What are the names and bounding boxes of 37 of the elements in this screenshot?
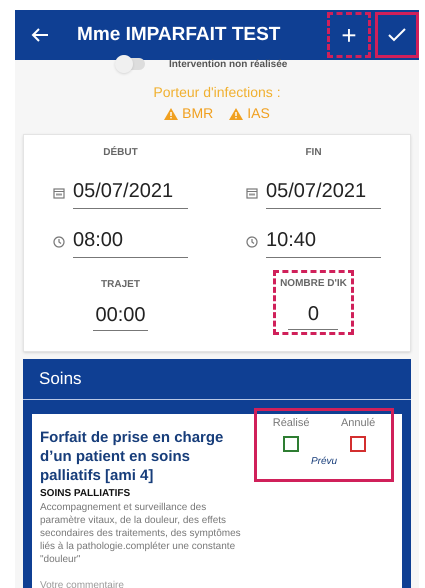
field-label: DÉBUT xyxy=(103,145,138,160)
toggle-switch[interactable] xyxy=(115,58,145,70)
input-field[interactable]: 00:00 xyxy=(93,300,148,331)
infection-tag: BMR xyxy=(164,103,214,124)
care-description: Accompagnement et surveillance des paramètre vitaux, de la douleur, des effets secondaires des traitements, des symptômes liés à la pathologie.compléter une constante "douleur" xyxy=(40,501,242,566)
field-label: TRAJET xyxy=(101,278,140,292)
input-field[interactable]: 10:40 xyxy=(266,225,381,258)
care-category: SOINS PALLIATIFS xyxy=(40,487,132,501)
input-field[interactable]: 05/07/2021 xyxy=(73,176,188,209)
cancel-checkbox[interactable] xyxy=(350,436,366,452)
toggle-label: Intervention non réalisée xyxy=(169,58,288,72)
input-field[interactable]: 05/07/2021 xyxy=(266,176,381,209)
check-icon xyxy=(388,28,406,42)
clock-icon xyxy=(246,236,258,248)
field-label: FIN xyxy=(305,146,322,160)
care-title: Forfait de prise en charge d’un patient en soins palliatifs [ami 4] xyxy=(40,428,224,485)
clock-icon xyxy=(53,236,65,248)
done-label: Réalisé xyxy=(272,416,310,431)
window-title: Mme IMPARFAIT TEST xyxy=(77,22,282,47)
infection-tag: IAS xyxy=(229,103,270,124)
comment-field[interactable]: Votre commentaire xyxy=(40,576,394,588)
done-checkbox[interactable] xyxy=(283,436,300,452)
warning-icon xyxy=(229,108,244,120)
cancel-label: Annulé xyxy=(340,416,376,431)
calendar-icon xyxy=(246,186,258,198)
calendar-icon xyxy=(53,186,65,198)
input-field[interactable]: 08:00 xyxy=(73,225,188,258)
section-title: Soins xyxy=(39,368,82,390)
back-arrow-icon xyxy=(31,27,49,43)
add-button[interactable]: + xyxy=(341,22,357,48)
status-text: Prévu xyxy=(310,454,338,468)
back-button[interactable] xyxy=(31,27,49,43)
field-label: NOMBRE D'IK xyxy=(280,277,347,291)
infection-title: Porteur d'infections : xyxy=(153,83,281,102)
warning-icon xyxy=(164,108,178,120)
input-field[interactable]: 0 xyxy=(288,299,338,330)
confirm-button[interactable] xyxy=(388,28,406,42)
